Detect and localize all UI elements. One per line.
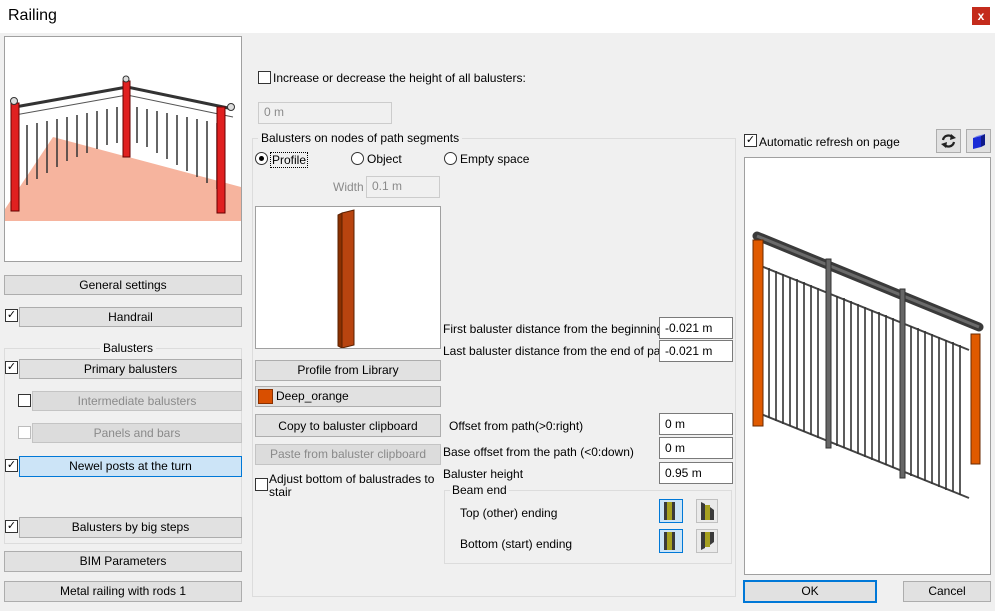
nodes-group-title: Balusters on nodes of path segments (258, 131, 463, 145)
object-radio[interactable] (351, 152, 364, 165)
offset-label: Offset from path(>0:right) (449, 419, 584, 433)
newel-posts-button[interactable]: Newel posts at the turn (19, 456, 242, 477)
top-ending-angled-option[interactable] (696, 499, 718, 523)
auto-refresh-checkbox[interactable]: ✓ (744, 134, 757, 147)
offset-input[interactable]: 0 m (659, 413, 733, 435)
balusters-big-steps-button[interactable]: Balusters by big steps (19, 517, 242, 538)
auto-refresh-label: Automatic refresh on page (759, 135, 900, 149)
angled-end-icon (701, 502, 714, 520)
beam-end-title: Beam end (450, 483, 509, 497)
increase-height-input[interactable]: 0 m (258, 102, 392, 124)
profile-radio[interactable] (255, 152, 268, 165)
profile-from-library-button[interactable]: Profile from Library (255, 360, 441, 381)
material-name: Deep_orange (276, 389, 349, 403)
intermediate-balusters-button[interactable]: Intermediate balusters (32, 391, 242, 411)
material-button[interactable]: Deep_orange (255, 386, 441, 407)
first-distance-input[interactable]: -0.021 m (659, 317, 733, 339)
intermediate-balusters-checkbox[interactable] (18, 394, 31, 407)
primary-balusters-checkbox[interactable]: ✓ (5, 361, 18, 374)
object-radio-label: Object (367, 152, 402, 166)
cube-icon (973, 134, 985, 149)
panels-and-bars-button[interactable]: Panels and bars (32, 423, 242, 443)
profile-preview (255, 206, 441, 349)
top-ending-straight-option[interactable] (659, 499, 683, 523)
copy-clipboard-button[interactable]: Copy to baluster clipboard (255, 414, 441, 437)
width-input[interactable]: 0.1 m (366, 176, 440, 198)
newel-posts-checkbox[interactable]: ✓ (5, 459, 18, 472)
first-distance-label: First baluster distance from the beginni… (443, 322, 664, 336)
last-distance-label: Last baluster distance from the end of p… (443, 344, 671, 358)
profile-preview-image (337, 209, 355, 349)
straight-end-icon (664, 532, 675, 550)
height-input[interactable]: 0.95 m (659, 462, 733, 484)
bottom-ending-label: Bottom (start) ending (460, 537, 573, 551)
ok-button[interactable]: OK (743, 580, 877, 603)
balusters-big-steps-checkbox[interactable]: ✓ (5, 520, 18, 533)
empty-space-radio[interactable] (444, 152, 457, 165)
primary-balusters-button[interactable]: Primary balusters (19, 359, 242, 379)
adjust-bottom-label: Adjust bottom of balustrades to stair (269, 472, 435, 499)
width-label: Width (333, 180, 364, 194)
balusters-header: Balusters (100, 341, 157, 355)
bottom-ending-straight-option[interactable] (659, 529, 683, 553)
railing-thumbnail-image (5, 75, 241, 261)
adjust-bottom-checkbox[interactable] (255, 478, 268, 491)
3d-preview-image (752, 231, 984, 499)
base-offset-input[interactable]: 0 m (659, 437, 733, 459)
window-title: Railing (8, 7, 57, 24)
bim-parameters-button[interactable]: BIM Parameters (4, 551, 242, 572)
top-ending-label: Top (other) ending (460, 506, 558, 520)
3d-view-button[interactable] (966, 129, 991, 153)
profile-radio-label: Profile (270, 152, 309, 168)
increase-height-checkbox[interactable] (258, 71, 271, 84)
material-color-swatch (258, 389, 273, 404)
empty-space-radio-label: Empty space (460, 152, 530, 166)
close-button[interactable]: x (972, 7, 990, 25)
beam-end-group (444, 490, 732, 564)
title-bar (0, 0, 995, 33)
panels-and-bars-checkbox[interactable] (18, 426, 31, 439)
angled-end-icon (701, 532, 714, 550)
refresh-icon (941, 134, 956, 148)
handrail-checkbox[interactable]: ✓ (5, 309, 18, 322)
handrail-button[interactable]: Handrail (19, 307, 242, 327)
3d-preview (744, 157, 991, 575)
base-offset-label: Base offset from the path (<0:down) (443, 445, 634, 459)
bottom-ending-angled-option[interactable] (696, 529, 718, 553)
height-label: Baluster height (443, 467, 524, 481)
preset-button[interactable]: Metal railing with rods 1 (4, 581, 242, 602)
paste-clipboard-button[interactable]: Paste from baluster clipboard (255, 444, 441, 465)
cancel-button[interactable]: Cancel (903, 581, 991, 602)
general-settings-button[interactable]: General settings (4, 275, 242, 295)
straight-end-icon (664, 502, 675, 520)
last-distance-input[interactable]: -0.021 m (659, 340, 733, 362)
refresh-button[interactable] (936, 129, 961, 153)
increase-height-label: Increase or decrease the height of all b… (273, 71, 526, 85)
railing-thumbnail (4, 36, 242, 262)
